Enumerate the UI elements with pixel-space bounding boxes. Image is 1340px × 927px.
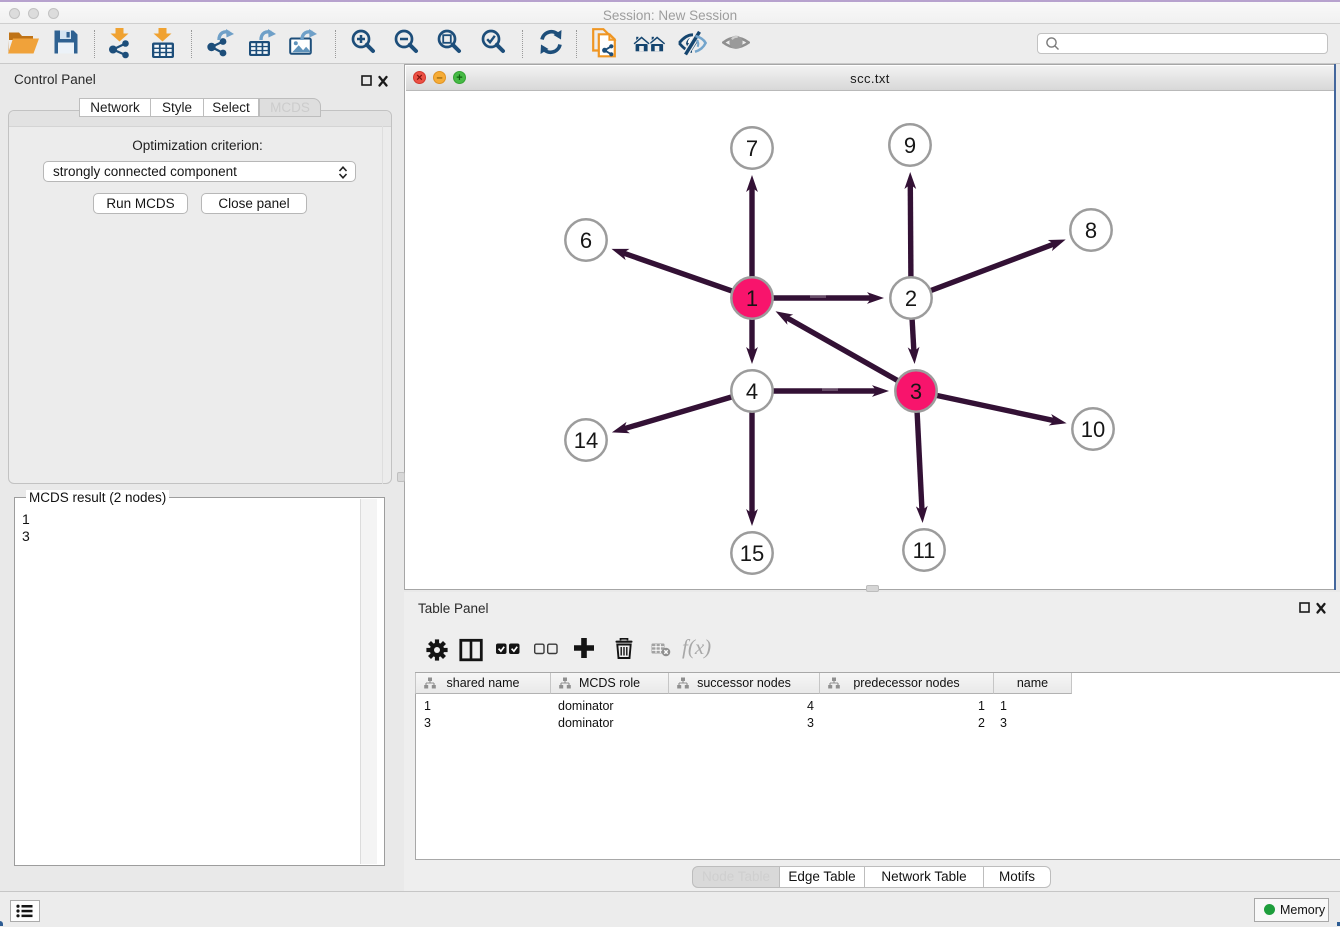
svg-text:11: 11 — [913, 538, 936, 563]
svg-text:1: 1 — [746, 286, 758, 311]
svg-text:14: 14 — [574, 428, 598, 453]
svg-text:7: 7 — [746, 136, 758, 161]
svg-text:15: 15 — [740, 541, 764, 566]
svg-text:8: 8 — [1085, 218, 1097, 243]
svg-text:2: 2 — [905, 286, 917, 311]
svg-text:6: 6 — [580, 228, 592, 253]
svg-text:9: 9 — [904, 133, 916, 158]
svg-text:10: 10 — [1081, 417, 1105, 442]
svg-text:3: 3 — [910, 379, 922, 404]
svg-text:4: 4 — [746, 379, 758, 404]
